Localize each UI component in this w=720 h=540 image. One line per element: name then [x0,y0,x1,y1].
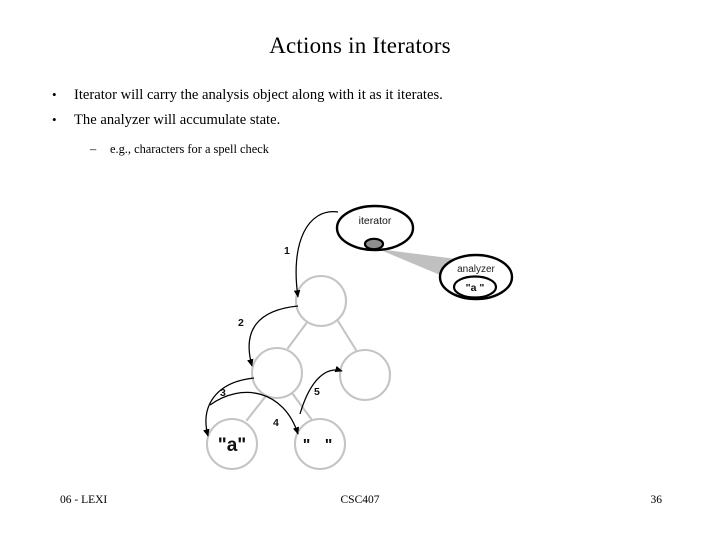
sub-list-item: – e.g., characters for a spell check [90,139,672,160]
bullet-marker-icon: • [52,87,57,102]
leaf-right-label: " " [303,437,338,454]
list-item: • The analyzer will accumulate state. [52,108,672,133]
analyzer-token-label: "a " [466,282,485,294]
step-label-3: 3 [220,387,226,399]
bullet-list: • Iterator will carry the analysis objec… [52,83,672,160]
tree-node-middle [250,346,304,400]
tree-edge-root-right [336,319,358,352]
step-label-4: 4 [273,417,279,429]
step-label-1: 1 [284,245,290,257]
bullet-text: The analyzer will accumulate state. [74,112,281,129]
slide-footer: 06 - LEXI CSC407 36 [0,494,720,516]
step-label-5: 5 [314,386,320,398]
footer-course-label: CSC407 [340,494,380,506]
iterator-label: iterator [359,215,392,227]
tree-node-root [294,274,348,328]
traversal-arrow-5 [299,365,343,415]
analyzer-label: analyzer [457,264,495,275]
list-item: • Iterator will carry the analysis objec… [52,83,672,108]
step-label-2: 2 [238,317,244,329]
tree-node-right [338,348,392,402]
bullet-text: Iterator will carry the analysis object … [74,87,443,103]
bullet-marker-icon: • [52,112,57,128]
tree-edge-root-mid [286,319,310,350]
sub-bullet-text: e.g., characters for a spell check [110,142,269,157]
footer-page-number: 36 [650,494,663,506]
leaf-left-label: "a" [218,435,247,456]
dash-marker-icon: – [90,142,97,157]
iterator-traversal-diagram: "a" " " iterator analyzer "a " 1 2 3 4 5 [180,180,540,480]
slide-canvas: Actions in Iterators • Iterator will car… [0,0,720,540]
page-title: Actions in Iterators [269,33,451,58]
iterator-inner-ellipse [363,237,385,251]
